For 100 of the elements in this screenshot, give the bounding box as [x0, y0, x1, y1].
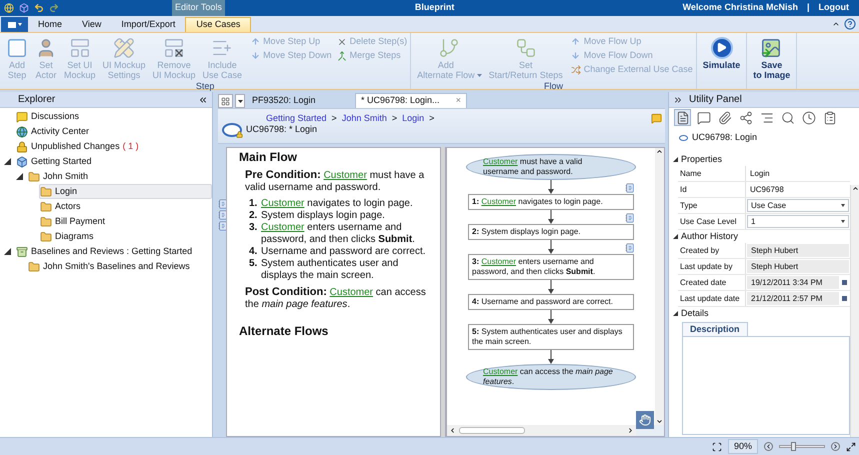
redo-icon[interactable]	[49, 3, 59, 13]
collapse-ribbon-icon[interactable]	[832, 20, 840, 28]
breadcrumb-link[interactable]: Login	[402, 113, 424, 124]
collapse-icon[interactable]	[198, 94, 208, 104]
help-icon[interactable]	[844, 18, 856, 30]
item-title: UC96798: Login	[692, 131, 758, 144]
expanded-arrow-icon[interactable]	[673, 234, 678, 239]
actor-link[interactable]: Customer	[481, 257, 516, 266]
scroll-right-icon[interactable]	[627, 427, 634, 434]
caret-icon	[841, 204, 845, 207]
window-icon	[68, 36, 91, 58]
connector-arrow	[548, 350, 554, 364]
vertical-scrollbar[interactable]	[850, 185, 859, 437]
zoom-in-button[interactable]	[831, 442, 840, 451]
grid-button[interactable]	[218, 94, 233, 108]
vertical-scrollbar[interactable]	[655, 148, 664, 425]
actor-link[interactable]: Customer	[330, 287, 374, 298]
actor-link[interactable]: Customer	[481, 197, 516, 206]
post-condition-text: Post Condition: Customer can access the main page features.	[244, 286, 427, 311]
tree-item[interactable]: Baselines and Reviews : Getting Started	[15, 244, 212, 259]
branch-icon	[438, 36, 460, 58]
ribbon-button[interactable]: Simulate	[700, 35, 744, 70]
play-icon	[710, 36, 733, 58]
property-label: Name	[678, 166, 746, 181]
property-value: UC96798	[749, 184, 785, 196]
expanded-arrow-icon[interactable]	[673, 311, 678, 316]
cube-icon[interactable]	[19, 3, 29, 13]
actor-link[interactable]: Customer	[261, 198, 304, 209]
breadcrumb-link[interactable]: Getting Started	[266, 113, 327, 124]
zoom-slider-thumb[interactable]	[791, 442, 796, 451]
actor-link[interactable]: Customer	[261, 222, 304, 233]
details-tab[interactable]: Description	[682, 322, 748, 336]
ribbon-tab[interactable]: View	[72, 17, 112, 32]
folder-icon	[28, 170, 40, 182]
property-dropdown[interactable]: 1	[747, 215, 849, 228]
scroll-down-icon[interactable]	[656, 418, 663, 425]
tree-item[interactable]: Diagrams	[39, 229, 212, 244]
tree-item[interactable]: Discussions	[15, 109, 212, 124]
ribbon-tab[interactable]: Use Cases	[185, 17, 252, 32]
ribbon-button[interactable]: Save to Image	[750, 35, 794, 80]
note-icon[interactable]	[218, 210, 228, 220]
tree-item-label: Login	[55, 184, 78, 198]
tree-item-label: Diagrams	[55, 230, 94, 243]
step-text: Customer enters username and password, and then clicks Submit.	[261, 222, 416, 246]
note-icon[interactable]	[218, 199, 228, 209]
expanded-arrow-icon[interactable]	[673, 157, 678, 162]
caret-icon	[238, 100, 242, 102]
caret-icon	[18, 23, 22, 26]
section-title: Details	[681, 306, 709, 320]
comment-icon[interactable]	[651, 113, 662, 124]
tree-item[interactable]: John Smith's Baselines and Reviews	[27, 259, 212, 274]
document-tab[interactable]: PF93520: Login	[247, 93, 337, 108]
ribbon-tab[interactable]: Home	[28, 17, 72, 32]
folder-icon	[28, 260, 40, 272]
horizontal-scrollbar[interactable]	[447, 425, 636, 436]
note-icon[interactable]	[218, 221, 228, 231]
expanded-arrow-icon[interactable]	[4, 248, 11, 255]
close-tab-button[interactable]: ×	[456, 94, 461, 108]
cabinet-icon	[16, 246, 28, 258]
document-icon[interactable]	[674, 109, 691, 126]
note-icon[interactable]	[625, 213, 635, 223]
scroll-left-icon[interactable]	[449, 427, 456, 434]
note-icon[interactable]	[625, 243, 635, 253]
app-menu-button[interactable]	[1, 17, 28, 32]
document-tab[interactable]: * UC96798: Login... ×	[355, 93, 467, 108]
date-field[interactable]: 19/12/2011 3:34 PM	[747, 276, 839, 289]
tree-item-label: Discussions	[31, 110, 80, 123]
dropdown-button[interactable]	[235, 94, 245, 108]
scroll-up-icon[interactable]	[656, 148, 663, 155]
ribbon-tab[interactable]: Import/Export	[111, 17, 186, 32]
expanded-arrow-icon[interactable]	[16, 173, 23, 180]
note-icon[interactable]	[625, 183, 635, 193]
breadcrumb-separator: >	[429, 113, 434, 124]
fullscreen-icon[interactable]	[846, 442, 856, 452]
tree-item[interactable]: Bill Payment	[39, 214, 212, 229]
change-count: ( 1 )	[122, 140, 139, 153]
expand-icon[interactable]	[673, 94, 683, 104]
fit-to-screen-icon[interactable]	[712, 442, 722, 452]
date-field[interactable]: 21/12/2011 2:57 PM	[747, 292, 839, 305]
clock-icon[interactable]	[800, 109, 817, 126]
scroll-up-icon[interactable]	[852, 185, 858, 192]
tree-item[interactable]: John Smith	[27, 169, 212, 184]
breadcrumb-separator: >	[392, 113, 398, 124]
tree-item[interactable]: Login	[39, 184, 212, 199]
globe-icon[interactable]	[4, 3, 14, 13]
tree-item[interactable]: Getting Started	[15, 154, 212, 169]
pan-hand-icon[interactable]	[636, 410, 654, 428]
undo-icon[interactable]	[34, 3, 44, 13]
property-label: Created date	[678, 275, 746, 290]
tree-item[interactable]: Actors	[39, 199, 212, 214]
merge-icon	[336, 50, 347, 60]
expanded-arrow-icon[interactable]	[4, 158, 11, 165]
zoom-out-button[interactable]	[764, 442, 773, 451]
logout-link[interactable]: Logout	[818, 1, 849, 15]
actor-link[interactable]: Customer	[324, 170, 367, 181]
tree-item[interactable]: Unpublished Changes ( 1 )	[15, 139, 212, 154]
tree-item[interactable]: Activity Center	[15, 124, 212, 139]
property-dropdown[interactable]: Use Case	[747, 199, 849, 212]
globe-icon	[16, 126, 28, 138]
breadcrumb-link[interactable]: John Smith	[342, 113, 387, 124]
